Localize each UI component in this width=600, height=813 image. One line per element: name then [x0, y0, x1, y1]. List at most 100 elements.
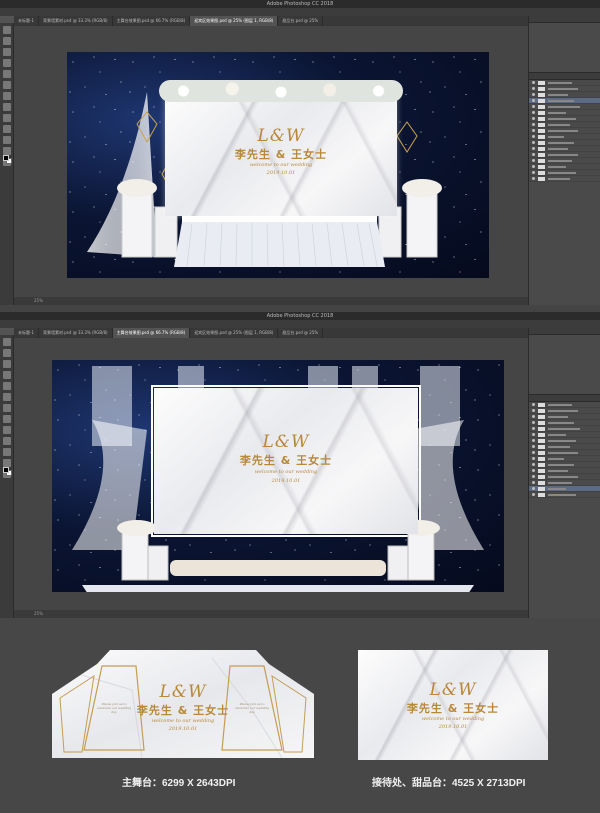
design-preview-section: L&W 李先生 & 王女士 welcome to our wedding 201…: [0, 618, 600, 813]
status-bar: 25%: [14, 610, 528, 618]
eyedropper-tool-icon[interactable]: [3, 393, 11, 401]
document-tabs: 未标题-1 背景墙素材.psd @ 33.3% (RGB/8) 主舞台效果图.p…: [14, 328, 528, 338]
flower-border: [170, 560, 386, 576]
layer-row[interactable]: [529, 492, 600, 498]
reception-date: 2019.10.01: [438, 724, 468, 730]
floral-garland: [159, 80, 403, 102]
backdrop-tagline: welcome to our wedding: [254, 469, 318, 475]
reception-caption: 接待处、甜品台：4525 X 2713DPI: [372, 778, 526, 789]
main-tagline: welcome to our wedding: [151, 718, 215, 724]
flower-arrangement: [402, 179, 442, 197]
stage-platform: [82, 585, 474, 592]
photoshop-window-bottom: Adobe Photoshop CC 2018 未标题-1 背景墙素材.psd …: [0, 312, 600, 618]
main-stage-flat-design: L&W 李先生 & 王女士 welcome to our wedding 201…: [52, 650, 314, 758]
panel-tabs[interactable]: [529, 328, 600, 335]
layers-panel: [528, 16, 600, 305]
reception-flat-design: L&W 李先生 & 王女士 welcome to our wedding 201…: [358, 650, 548, 760]
canvas-area[interactable]: L&W 李先生 & 王女士 welcome to our wedding 201…: [14, 338, 528, 610]
main-date: 2019.10.01: [168, 726, 198, 732]
document-tab-active[interactable]: 迎宾区效果图.psd @ 25% (图层 1, RGB/8): [190, 16, 279, 26]
document-tab[interactable]: 未标题-1: [14, 16, 39, 26]
layers-panel: [528, 328, 600, 618]
magic-wand-tool-icon[interactable]: [3, 371, 11, 379]
eraser-tool-icon[interactable]: [3, 415, 11, 423]
magic-wand-tool-icon[interactable]: [3, 59, 11, 67]
document-tab-active[interactable]: 主舞台效果图.psd @ 66.7% (RGB/8): [112, 328, 191, 338]
window-title: Adobe Photoshop CC 2018: [0, 312, 600, 320]
gradient-tool-icon[interactable]: [3, 426, 11, 434]
reception-tagline: welcome to our wedding: [421, 716, 485, 722]
document-tab[interactable]: 迎宾区效果图.psd @ 25% (图层 1, RGB/8): [190, 328, 279, 338]
flower-arrangement: [117, 520, 157, 536]
tools-panel: [0, 335, 14, 618]
type-tool-icon[interactable]: [3, 448, 11, 456]
backdrop-monogram: L&W: [262, 432, 310, 452]
marble-backdrop: L&W 李先生 & 王女士 welcome to our wedding 201…: [154, 388, 418, 534]
panel-tabs[interactable]: [529, 16, 600, 23]
main-monogram: L&W: [159, 682, 207, 702]
pedestal: [121, 531, 149, 581]
layers-panel-header[interactable]: [529, 395, 600, 402]
menu-bar[interactable]: [0, 8, 600, 16]
brush-tool-icon[interactable]: [3, 404, 11, 412]
main-stage-caption: 主舞台：6299 X 2643DPI: [122, 778, 236, 789]
marquee-tool-icon[interactable]: [3, 37, 11, 45]
hand-tool-icon[interactable]: [3, 147, 11, 155]
window-title: Adobe Photoshop CC 2018: [0, 0, 600, 8]
document-tab[interactable]: 甜品台.psd @ 25%: [278, 328, 324, 338]
backdrop-tagline: welcome to our wedding: [249, 162, 313, 168]
stage-render-backdrop: L&W 李先生 & 王女士 welcome to our wedding 201…: [67, 52, 489, 278]
pedestal: [387, 545, 409, 581]
marble-backdrop: L&W 李先生 & 王女士 welcome to our wedding 201…: [165, 96, 397, 216]
document-tab[interactable]: 未标题-1: [14, 328, 39, 338]
pedestal: [407, 531, 435, 581]
lasso-tool-icon[interactable]: [3, 360, 11, 368]
document-tab[interactable]: 背景墙素材.psd @ 33.3% (RGB/8): [39, 328, 113, 338]
gold-lantern: [396, 121, 418, 153]
eyedropper-tool-icon[interactable]: [3, 81, 11, 89]
properties-panel: [529, 23, 600, 73]
backdrop-date: 2019.10.01: [266, 170, 296, 176]
lasso-tool-icon[interactable]: [3, 48, 11, 56]
zoom-readout[interactable]: 25%: [34, 611, 43, 616]
crop-tool-icon[interactable]: [3, 382, 11, 390]
foreground-color-swatch[interactable]: [3, 467, 9, 473]
gradient-tool-icon[interactable]: [3, 114, 11, 122]
document-tab[interactable]: 背景墙素材.psd @ 33.3% (RGB/8): [39, 16, 113, 26]
menu-bar[interactable]: [0, 320, 600, 328]
backdrop-names: 李先生 & 王女士: [239, 454, 333, 467]
tools-panel: [0, 23, 14, 305]
pedestal: [121, 191, 153, 258]
document-tab[interactable]: 甜品台.psd @ 25%: [278, 16, 324, 26]
move-tool-icon[interactable]: [3, 26, 11, 34]
right-panel-note: Please join us to celebrate our wedding …: [234, 702, 270, 714]
reception-names: 李先生 & 王女士: [406, 702, 500, 715]
status-bar: 25%: [14, 297, 528, 305]
pen-tool-icon[interactable]: [3, 437, 11, 445]
layers-panel-header[interactable]: [529, 73, 600, 80]
crop-tool-icon[interactable]: [3, 70, 11, 78]
marquee-tool-icon[interactable]: [3, 349, 11, 357]
left-panel-note: Please join us to celebrate our wedding …: [96, 702, 132, 714]
document-tab[interactable]: 主舞台效果图.psd @ 66.7% (RGB/8): [113, 16, 191, 26]
type-tool-icon[interactable]: [3, 136, 11, 144]
document-tabs: 未标题-1 背景墙素材.psd @ 33.3% (RGB/8) 主舞台效果图.p…: [14, 16, 528, 26]
pedestal: [406, 191, 438, 258]
properties-panel: [529, 335, 600, 395]
pen-tool-icon[interactable]: [3, 125, 11, 133]
main-names: 李先生 & 王女士: [136, 704, 230, 717]
brush-tool-icon[interactable]: [3, 92, 11, 100]
pedestal: [147, 545, 169, 581]
foreground-color-swatch[interactable]: [3, 155, 9, 161]
layer-row[interactable]: [529, 176, 600, 182]
backdrop-names: 李先生 & 王女士: [234, 148, 328, 161]
canvas-area[interactable]: L&W 李先生 & 王女士 welcome to our wedding 201…: [14, 26, 528, 297]
flower-arrangement: [117, 179, 157, 197]
zoom-readout[interactable]: 25%: [34, 298, 43, 303]
eraser-tool-icon[interactable]: [3, 103, 11, 111]
move-tool-icon[interactable]: [3, 338, 11, 346]
hand-tool-icon[interactable]: [3, 459, 11, 467]
backdrop-monogram: L&W: [257, 126, 305, 146]
reception-monogram: L&W: [429, 680, 477, 700]
stage-render-backdrop: L&W 李先生 & 王女士 welcome to our wedding 201…: [52, 360, 504, 592]
